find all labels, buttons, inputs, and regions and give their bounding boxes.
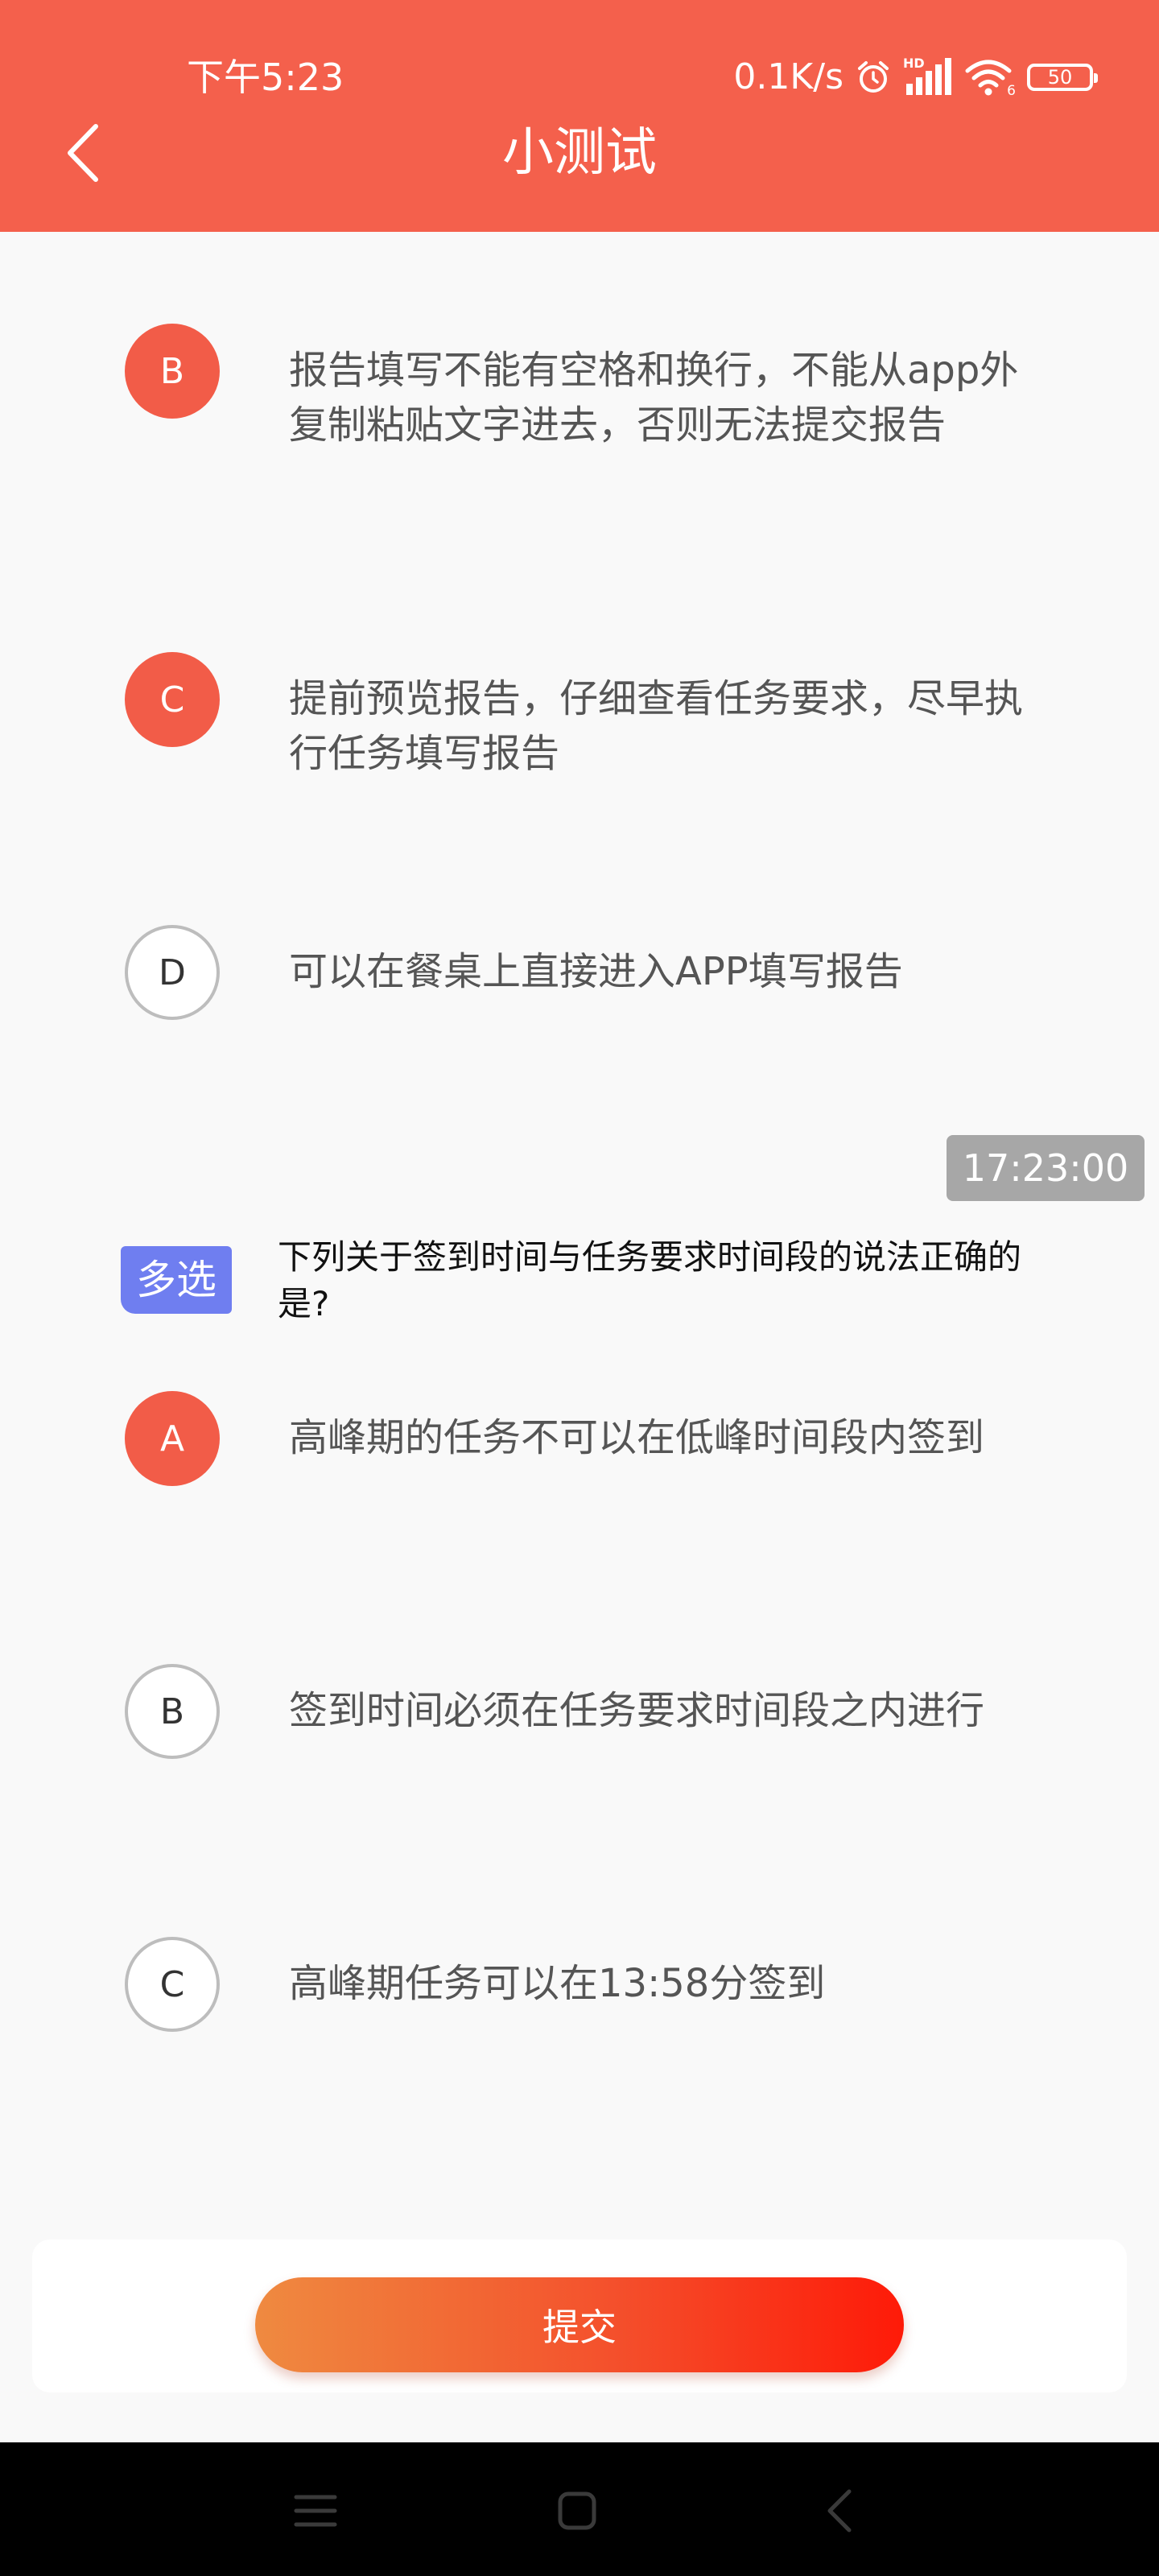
option-a[interactable]: A 高峰期的任务不可以在低峰时间段内签到 xyxy=(125,1391,1042,1486)
page-title: 小测试 xyxy=(502,123,657,183)
option-prev-b[interactable]: B 报告填写不能有空格和换行，不能从app外复制粘贴文字进去，否则无法提交报告 xyxy=(125,324,1042,452)
wifi-sub-label: 6 xyxy=(1007,83,1016,99)
nav-back-button[interactable] xyxy=(803,2475,876,2547)
option-b[interactable]: B 签到时间必须在任务要求时间段之内进行 xyxy=(125,1664,1042,1759)
timestamp-badge: 17:23:00 xyxy=(947,1135,1145,1201)
home-square-icon xyxy=(558,2491,596,2530)
signal-indicator: HD xyxy=(903,56,953,98)
status-time: 下午5:23 xyxy=(187,56,344,99)
option-letter-circle: D xyxy=(125,925,220,1020)
alarm-icon xyxy=(858,61,889,93)
option-c[interactable]: C 高峰期任务可以在13:58分签到 xyxy=(125,1937,1042,2032)
wifi-indicator: 6 xyxy=(964,56,1016,98)
network-speed: 0.1K/s xyxy=(733,56,843,97)
option-text: 签到时间必须在任务要求时间段之内进行 xyxy=(289,1688,985,1733)
question-text: 下列关于签到时间与任务要求时间段的说法正确的是? xyxy=(278,1237,1022,1323)
option-text: 报告填写不能有空格和换行，不能从app外复制粘贴文字进去，否则无法提交报告 xyxy=(289,348,1019,448)
option-letter-circle: A xyxy=(125,1391,220,1486)
battery-icon: 50 xyxy=(1027,64,1098,91)
option-prev-c[interactable]: C 提前预览报告，仔细查看任务要求，尽早执行任务填写报告 xyxy=(125,652,1042,781)
option-prev-d[interactable]: D 可以在餐桌上直接进入APP填写报告 xyxy=(125,925,1042,1020)
status-icons: 0.1K/s HD 6 50 xyxy=(733,53,1098,101)
app-header: 下午5:23 0.1K/s HD 6 50 小测试 xyxy=(0,0,1159,232)
triangle-back-icon xyxy=(827,2489,852,2533)
option-letter-circle: B xyxy=(125,1664,220,1759)
option-text: 提前预览报告，仔细查看任务要求，尽早执行任务填写报告 xyxy=(289,676,1024,776)
menu-icon xyxy=(294,2495,337,2527)
option-text: 可以在餐桌上直接进入APP填写报告 xyxy=(289,949,903,994)
signal-icon xyxy=(906,58,951,95)
option-text: 高峰期任务可以在13:58分签到 xyxy=(289,1961,826,2006)
submit-button[interactable]: 提交 xyxy=(255,2277,904,2372)
menu-button[interactable] xyxy=(279,2475,352,2547)
system-nav-bar xyxy=(0,2442,1159,2576)
option-letter-circle: B xyxy=(125,324,220,419)
option-letter-circle: C xyxy=(125,1937,220,2032)
battery-level: 50 xyxy=(1047,66,1073,89)
question-type-tag: 多选 xyxy=(121,1246,232,1314)
home-button[interactable] xyxy=(541,2475,613,2547)
option-letter-circle: C xyxy=(125,652,220,747)
option-text: 高峰期的任务不可以在低峰时间段内签到 xyxy=(289,1415,985,1460)
